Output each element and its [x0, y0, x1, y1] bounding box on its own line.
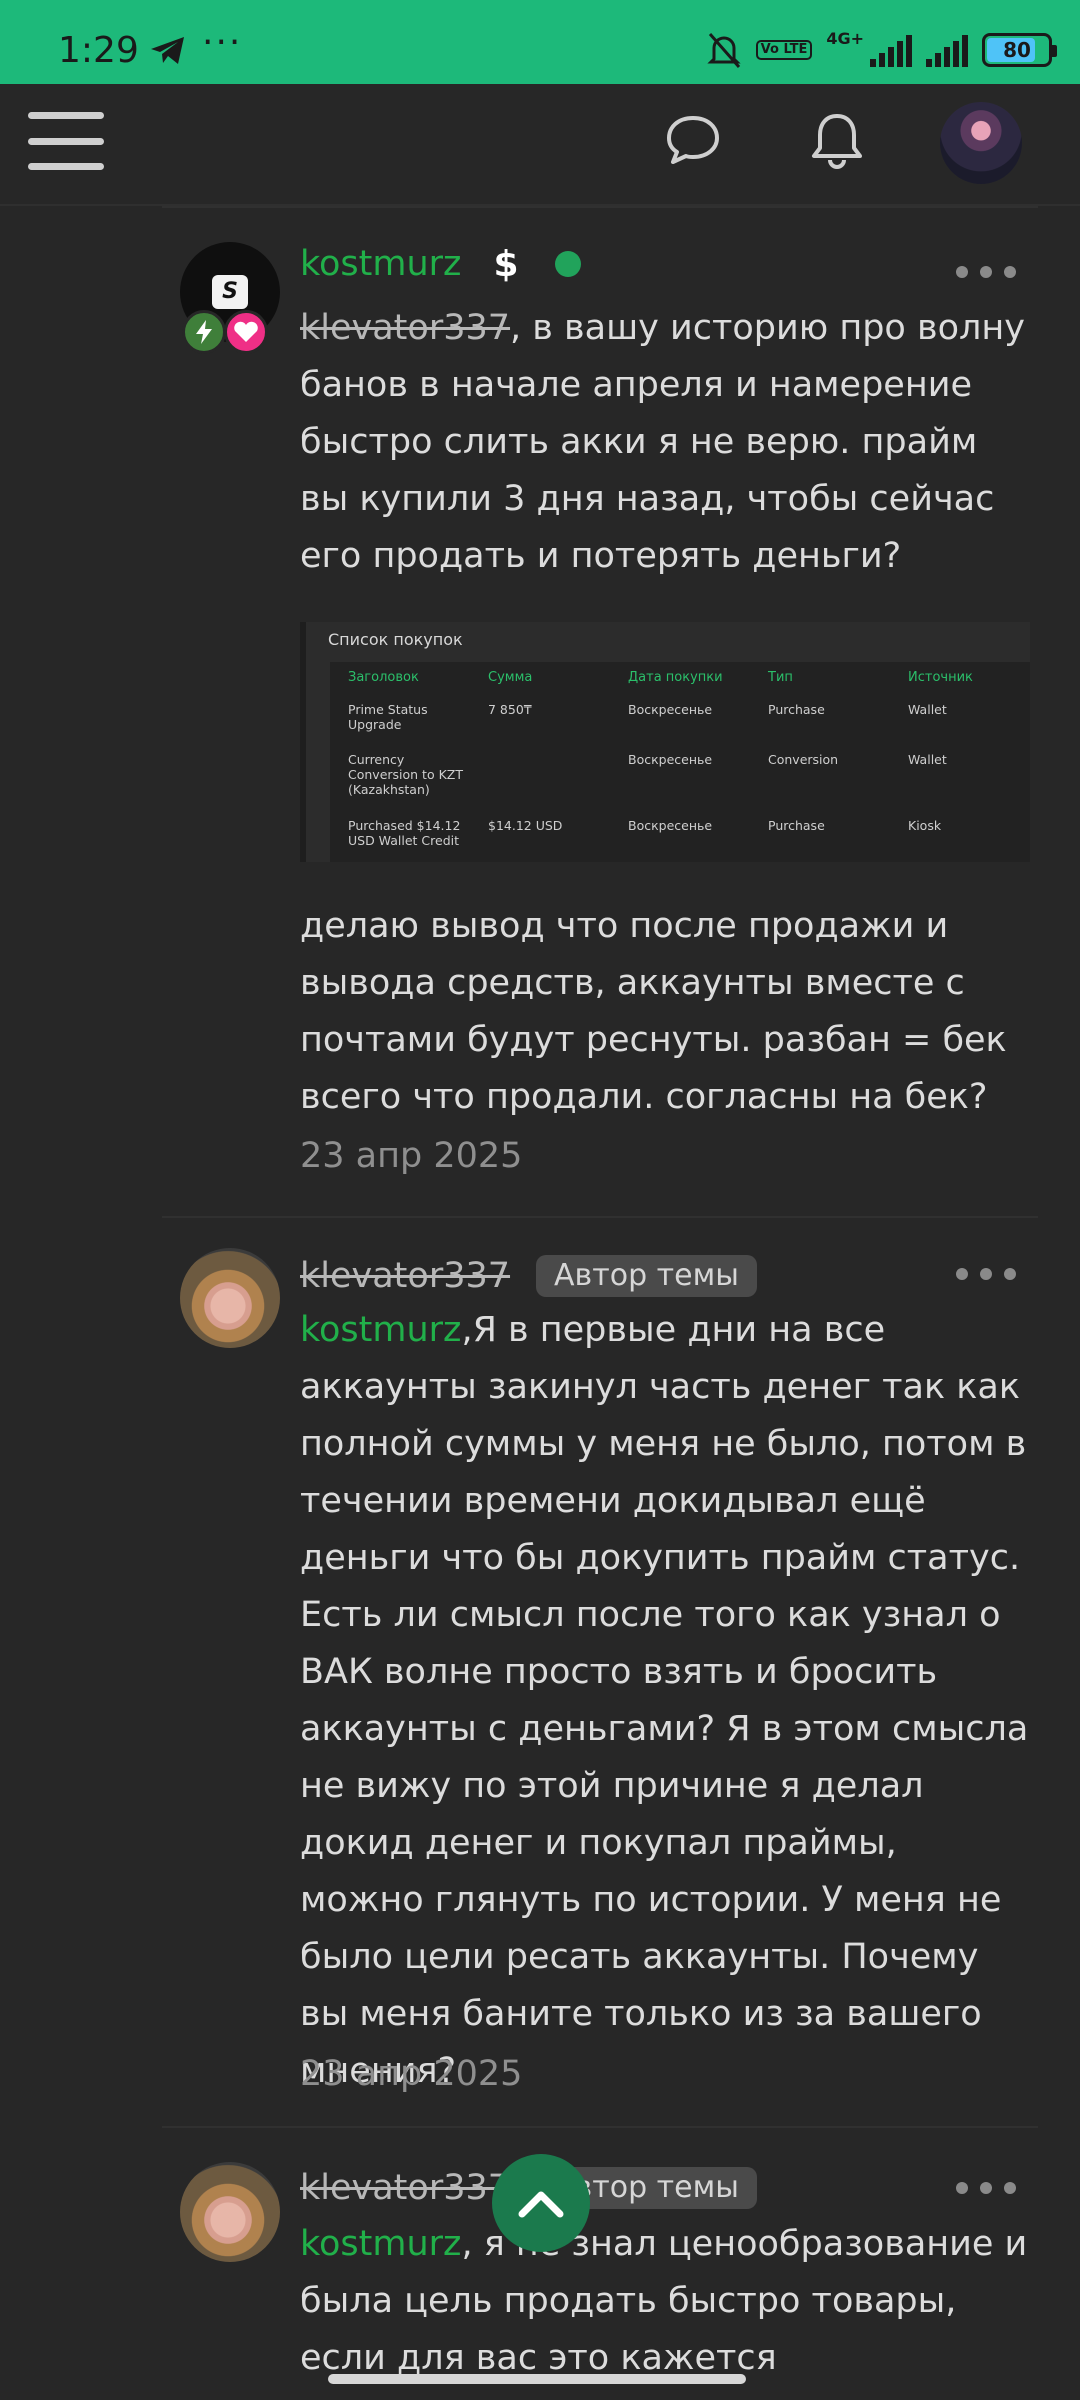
table-cell: Wallet — [908, 752, 947, 767]
post-2: klevator337 Автор темы kostmurz,Я в перв… — [162, 1216, 1038, 2126]
status-right: Vo LTE 4G+ 80 — [706, 28, 1057, 72]
post-date[interactable]: 23 апр 2025 — [300, 2054, 522, 2094]
signal-1-icon — [870, 33, 912, 67]
table-cell: Purchase — [768, 702, 825, 717]
table-cell: Currency Conversion to KZT (Kazakhstan) — [348, 752, 463, 797]
table-cell: Воскресенье — [628, 702, 713, 717]
table-cell: Воскресенье — [628, 818, 713, 833]
header-cell: Сумма — [488, 670, 533, 685]
purchase-list-image[interactable]: Список покупок Заголовок Сумма Дата поку… — [300, 622, 1030, 862]
table-cell: Purchase — [768, 818, 825, 833]
battery-level: 80 — [1003, 38, 1031, 62]
volte-icon: Vo LTE — [755, 40, 813, 60]
avatar-klevator337[interactable] — [180, 2162, 280, 2262]
more-options-icon[interactable] — [956, 1264, 1016, 1284]
table-header: Заголовок Сумма Дата покупки Тип Источни… — [330, 670, 1030, 685]
post-date[interactable]: 23 апр 2025 — [300, 1136, 522, 1176]
signal-2-icon — [926, 33, 968, 67]
table-cell: Воскресенье — [628, 752, 713, 767]
home-indicator[interactable] — [328, 2374, 746, 2384]
post-text: , в вашу историю про волну банов в начал… — [300, 308, 1025, 576]
table-cell: Purchased $14.12 USD Wallet Credit — [348, 818, 461, 848]
table-cell: $14.12 USD — [488, 818, 563, 833]
post-body-continued: делаю вывод что после продажи и вывода с… — [300, 906, 1007, 1117]
author-name[interactable]: klevator337 — [300, 1256, 510, 1296]
author-name[interactable]: klevator337 — [300, 2168, 510, 2208]
purchase-list-title: Список покупок — [328, 630, 463, 649]
more-options-icon[interactable] — [956, 2178, 1016, 2198]
post-header: kostmurz $ — [300, 236, 581, 292]
mention-link[interactable]: kostmurz — [300, 2224, 461, 2264]
avatar-klevator337[interactable] — [180, 1248, 280, 1348]
scroll-to-top-button[interactable] — [492, 2154, 590, 2252]
purchase-table: Заголовок Сумма Дата покупки Тип Источни… — [330, 662, 1030, 862]
header-cell: Источник — [908, 670, 973, 685]
status-bar: 1:29 ··· Vo LTE 4G+ 80 — [0, 0, 1080, 84]
post-header: klevator337 Автор темы — [300, 1248, 757, 1304]
user-avatar[interactable] — [940, 102, 1022, 184]
battery-icon: 80 — [982, 33, 1057, 67]
author-name[interactable]: kostmurz — [300, 244, 461, 284]
header-cell: Заголовок — [348, 670, 419, 685]
table-row: Purchased $14.12 USD Wallet Credit $14.1… — [330, 818, 1030, 848]
bolt-badge-icon — [182, 310, 226, 354]
logo-icon: S — [212, 275, 248, 309]
post-3: klevator337 Автор темы kostmurz, я не зн… — [162, 2126, 1038, 2400]
dollar-icon: $ — [493, 243, 519, 285]
mention-link[interactable]: kostmurz — [300, 1310, 461, 1350]
chat-bubble-icon[interactable] — [660, 108, 726, 174]
mention-link[interactable]: klevator337 — [300, 308, 510, 348]
table-cell: Conversion — [768, 752, 839, 767]
table-cell: Prime Status Upgrade — [348, 702, 428, 732]
table-cell: Wallet — [908, 702, 947, 717]
post-body: klevator337, в вашу историю про волну ба… — [300, 300, 1030, 585]
status-time: 1:29 — [58, 30, 139, 71]
header-cell: Дата покупки — [628, 670, 723, 685]
header-cell: Тип — [768, 670, 793, 685]
post-body: kostmurz,Я в первые дни на все аккаунты … — [300, 1302, 1030, 2100]
mute-bell-icon — [707, 33, 741, 68]
post-text: ,Я в первые дни на все аккаунты закинул … — [300, 1310, 1029, 2091]
post-1: S kostmurz $ klevator337, в вашу историю… — [162, 206, 1038, 1216]
chevron-up-icon — [518, 2191, 564, 2218]
topic-author-badge: Автор темы — [536, 1255, 757, 1297]
post-body: kostmurz, я не знал ценообразование и бы… — [300, 2216, 1030, 2387]
online-status-icon — [554, 251, 581, 277]
table-cell — [470, 752, 610, 797]
more-options-icon[interactable] — [956, 262, 1016, 282]
table-row: Currency Conversion to KZT (Kazakhstan) … — [330, 752, 1030, 797]
heart-badge-icon — [224, 310, 268, 354]
network-type: 4G+ — [826, 28, 864, 48]
more-notifications-icon: ··· — [202, 22, 243, 63]
table-row: Prime Status Upgrade 7 850₸ Воскресенье … — [330, 702, 1030, 732]
app-header — [0, 84, 1080, 206]
telegram-icon — [151, 37, 184, 64]
hamburger-icon[interactable] — [28, 108, 104, 174]
table-cell: Kiosk — [908, 818, 942, 833]
bell-icon[interactable] — [804, 108, 870, 174]
table-cell: 7 850₸ — [488, 702, 532, 717]
